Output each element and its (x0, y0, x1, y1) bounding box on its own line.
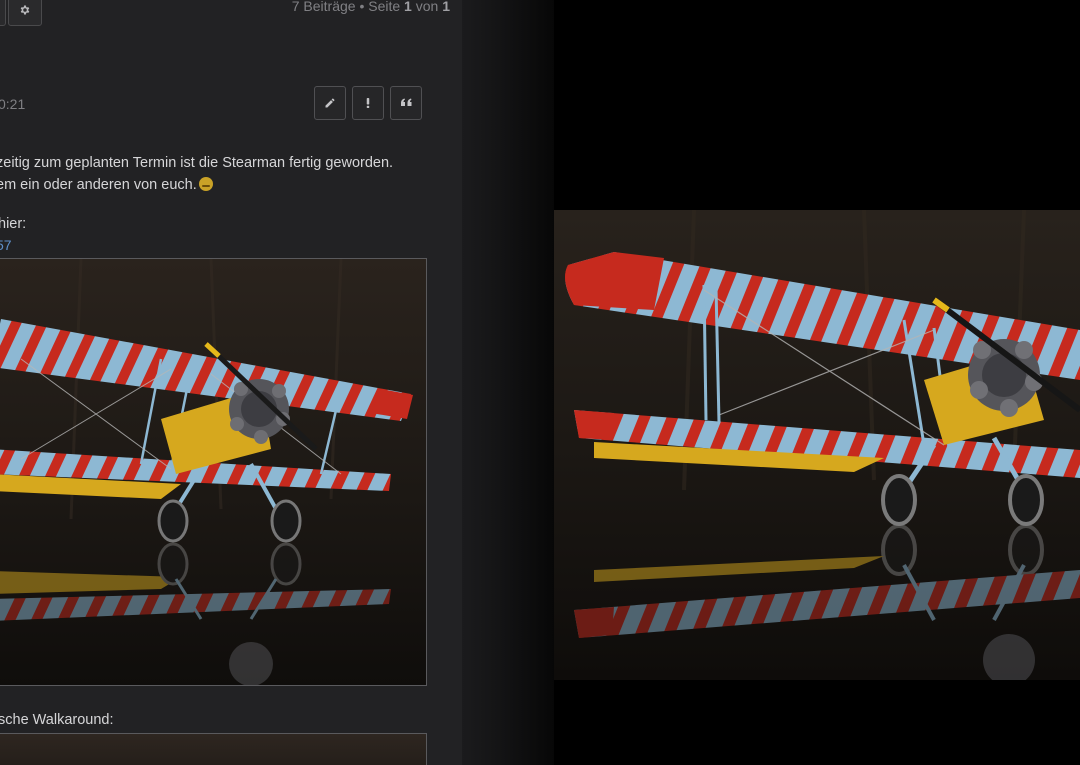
post-action-buttons (314, 86, 422, 120)
lightbox-overlay-edge (462, 0, 554, 765)
post-line-2: em ein oder anderen von euch. (0, 177, 197, 193)
forum-panel: 7 Beiträge • Seite 1 von 1 0:21 zeitig z… (0, 0, 462, 765)
post-text-walkaround: sche Walkaround: (0, 712, 114, 728)
report-button[interactable] (352, 86, 384, 120)
post-text-hier: hier: (0, 216, 27, 232)
post-image-thumbnail[interactable] (0, 258, 427, 686)
pagination-prefix: 7 Beiträge • Seite (291, 0, 405, 14)
biplane-photo (0, 259, 426, 685)
pagination-info: 7 Beiträge • Seite 1 von 1 (292, 0, 450, 14)
pagination-total-pages: 1 (442, 0, 450, 14)
post-line-2-wrap: em ein oder anderen von euch. (0, 174, 456, 196)
post-timestamp: 0:21 (0, 96, 26, 112)
pagination-current-page[interactable]: 1 (404, 0, 412, 14)
edit-button[interactable] (314, 86, 346, 120)
pagination-middle: von (411, 0, 443, 14)
biplane-photo-large (554, 210, 1080, 680)
gear-icon (20, 5, 30, 15)
post-line-1: zeitig zum geplanten Termin ist die Stea… (0, 155, 394, 171)
toolbar-button[interactable] (0, 0, 6, 26)
post-link[interactable]: 57 (0, 237, 12, 253)
exclamation-icon (366, 98, 370, 108)
post-image-thumbnail-2[interactable] (0, 733, 427, 765)
post-body: zeitig zum geplanten Termin ist die Stea… (0, 152, 456, 196)
lightbox-image[interactable] (554, 210, 1080, 680)
quote-icon (400, 98, 411, 106)
quote-button[interactable] (390, 86, 422, 120)
pencil-icon (325, 98, 335, 108)
topic-tools-button[interactable] (8, 0, 42, 26)
smiley-emoji-icon (198, 177, 213, 191)
